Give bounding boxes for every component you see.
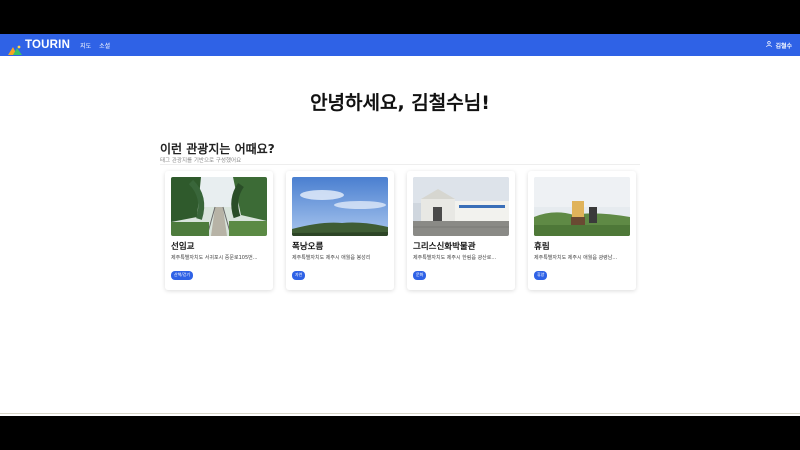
- nav-link-map[interactable]: 지도: [80, 41, 91, 50]
- place-name: 폭낭오름: [292, 242, 324, 252]
- place-card[interactable]: 휴림 제주특별자치도 제주시 애월읍 광령남... 휴양: [528, 171, 636, 290]
- logo[interactable]: TOURIN: [8, 39, 71, 55]
- place-name: 그리스신화박물관: [413, 242, 476, 252]
- main-content: 안녕하세요, 김철수님! 이런 관광지는 어때요? 태그 관광지를 기반으로 구…: [0, 56, 800, 416]
- bridge-forest-photo: [171, 177, 267, 236]
- user-icon: [766, 41, 773, 49]
- place-address: 제주특별자치도 서귀포시 중문로105번...: [171, 255, 258, 261]
- nav-links: 지도 소셜: [80, 41, 110, 50]
- recommendation-cards: 선임교 제주특별자치도 서귀포시 중문로105번... 산책/걷기 폭낭오름 제…: [165, 171, 636, 290]
- browser-viewport: TOURIN 지도 소셜 김철수 안녕하세요, 김철수님! 이런 관광지는 어때…: [0, 34, 800, 416]
- user-menu[interactable]: 김철수: [766, 41, 792, 50]
- place-tag: 문화: [413, 270, 427, 280]
- place-address: 제주특별자치도 제주시 한림읍 광산로...: [413, 255, 497, 261]
- place-card[interactable]: 그리스신화박물관 제주특별자치도 제주시 한림읍 광산로... 문화: [407, 171, 515, 290]
- museum-building-photo: [413, 177, 509, 236]
- top-navbar: TOURIN 지도 소셜 김철수: [0, 34, 800, 56]
- mountain-logo-icon: [8, 40, 22, 55]
- user-name: 김철수: [775, 42, 792, 50]
- place-tag: 산책/걷기: [171, 270, 194, 280]
- sky-hill-photo: [292, 177, 388, 236]
- section-subtitle: 태그 관광지를 기반으로 구성했어요: [160, 158, 242, 164]
- place-tag: 휴양: [534, 270, 548, 280]
- place-card[interactable]: 폭낭오름 제주특별자치도 제주시 애월읍 봉성리 자연: [286, 171, 394, 290]
- section-title: 이런 관광지는 어때요?: [160, 142, 275, 156]
- letterbox-top: [0, 0, 800, 34]
- place-address: 제주특별자치도 제주시 애월읍 봉성리: [292, 255, 371, 261]
- place-name: 선임교: [171, 242, 195, 252]
- logo-text: TOURIN: [25, 39, 71, 51]
- place-card[interactable]: 선임교 제주특별자치도 서귀포시 중문로105번... 산책/걷기: [165, 171, 273, 290]
- place-address: 제주특별자치도 제주시 애월읍 광령남...: [534, 255, 618, 261]
- page-bottom-border: [0, 413, 800, 414]
- letterbox-bottom: [0, 416, 800, 450]
- greeting-heading: 안녕하세요, 김철수님!: [310, 92, 490, 114]
- place-tag: 자연: [292, 270, 306, 280]
- place-name: 휴림: [534, 242, 550, 252]
- nav-link-social[interactable]: 소셜: [99, 41, 110, 50]
- park-sign-photo: [534, 177, 630, 236]
- section-divider: [160, 164, 640, 165]
